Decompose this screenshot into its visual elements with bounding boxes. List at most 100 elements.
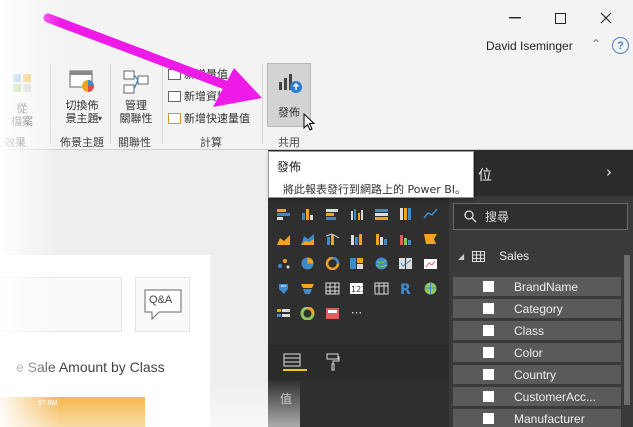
fields-tab[interactable]	[283, 353, 307, 371]
divider	[110, 64, 111, 144]
visualization-type-icon[interactable]	[322, 279, 342, 297]
visualization-type-icon[interactable]: 123	[347, 279, 367, 297]
new-column-label: 新增資料行	[184, 90, 239, 103]
visualization-type-icon[interactable]	[298, 254, 318, 272]
group-label-share: 共用	[278, 136, 300, 149]
field-checkbox[interactable]	[483, 413, 494, 424]
collapse-ribbon-icon[interactable]: ⌃	[591, 37, 601, 51]
field-item[interactable]: Class	[453, 321, 621, 340]
visualization-type-icon[interactable]	[396, 229, 416, 247]
field-checkbox[interactable]	[483, 303, 494, 314]
maximize-button[interactable]	[545, 6, 575, 30]
visualization-type-icon[interactable]	[420, 279, 440, 297]
table-icon	[472, 250, 486, 262]
visualization-type-icon[interactable]	[347, 204, 367, 222]
visualization-type-icon[interactable]	[273, 254, 293, 272]
new-measure-label: 新增量值	[184, 68, 228, 81]
minimize-button[interactable]	[500, 6, 530, 30]
file-icon	[13, 74, 31, 92]
visualization-type-icon[interactable]	[396, 254, 416, 272]
field-item[interactable]: BrandName	[453, 277, 621, 296]
field-item[interactable]: Manufacturer	[453, 409, 621, 427]
switch-theme-button[interactable]: 切換佈 景主題 ▾	[58, 68, 106, 125]
field-item[interactable]: Category	[453, 299, 621, 318]
from-file-label: 從 檔案	[11, 102, 33, 128]
new-quick-measure-button[interactable]: 新增快速量值	[168, 110, 250, 126]
visualization-type-icon[interactable]	[347, 229, 367, 247]
manage-relationships-button[interactable]: 管理 關聯性	[114, 68, 158, 125]
visualization-type-icon[interactable]	[371, 279, 391, 297]
field-name: Category	[514, 301, 563, 316]
user-name[interactable]: David Iseminger	[486, 39, 573, 53]
more-visuals-icon[interactable]: ···	[347, 304, 367, 322]
visualization-type-icon[interactable]	[322, 204, 342, 222]
visualization-type-icon[interactable]	[273, 279, 293, 297]
bar-data-label: $7.8M	[38, 400, 58, 407]
table-sales[interactable]: ◢ Sales	[458, 249, 529, 263]
field-name: Class	[514, 323, 545, 338]
field-name: BrandName	[514, 279, 579, 294]
theme-icon	[69, 70, 94, 92]
visualization-type-icon[interactable]	[371, 204, 391, 222]
visualization-type-icon[interactable]	[322, 254, 342, 272]
visualization-type-icon[interactable]	[420, 204, 440, 222]
manage-relationships-label: 管理 關聯性	[119, 99, 153, 125]
field-checkbox[interactable]	[483, 391, 494, 402]
format-tab[interactable]	[326, 353, 340, 374]
field-item[interactable]: Color	[453, 343, 621, 362]
help-icon[interactable]: ?	[612, 37, 629, 54]
field-checkbox[interactable]	[483, 325, 494, 336]
new-column-button[interactable]: 新增資料行	[168, 88, 239, 104]
visualization-type-icon[interactable]	[322, 229, 342, 247]
dropdown-caret-icon: ▾	[98, 114, 103, 123]
field-name: CustomerAcc...	[514, 389, 597, 404]
close-icon	[600, 12, 612, 24]
divider	[262, 64, 263, 144]
fields-header-title: 位	[478, 168, 492, 184]
values-label: 值	[280, 392, 293, 406]
group-label-relationships: 關聯性	[118, 136, 151, 149]
field-checkbox[interactable]	[483, 369, 494, 380]
publish-icon	[279, 74, 302, 93]
visualization-type-icon[interactable]	[298, 279, 318, 297]
relationships-icon	[123, 70, 149, 94]
from-file-button[interactable]: 從 檔案	[0, 70, 44, 128]
chart-bar[interactable]	[0, 397, 145, 427]
close-button[interactable]	[591, 6, 621, 30]
new-measure-button[interactable]: 新增量值	[168, 66, 228, 82]
search-placeholder: 搜尋	[485, 210, 510, 224]
card-visual[interactable]	[0, 277, 122, 332]
paint-roller-icon	[326, 353, 340, 371]
svg-text:123: 123	[351, 285, 364, 294]
table-name: Sales	[499, 249, 530, 263]
visualization-type-icon[interactable]	[273, 204, 293, 222]
visualization-type-icon[interactable]: R	[396, 279, 416, 297]
field-item[interactable]: CustomerAcc...	[453, 387, 621, 406]
fields-search-input[interactable]: 搜尋	[453, 203, 628, 230]
minimize-icon	[509, 17, 521, 19]
visualization-type-icon[interactable]	[347, 254, 367, 272]
new-quick-measure-label: 新增快速量值	[184, 112, 250, 125]
chevron-right-icon[interactable]: ›	[606, 163, 612, 181]
visualization-type-icon[interactable]	[322, 304, 342, 322]
field-item[interactable]: Country	[453, 365, 621, 384]
field-checkbox[interactable]	[483, 347, 494, 358]
visualization-type-icon[interactable]	[420, 254, 440, 272]
mouse-cursor-icon	[303, 113, 316, 131]
visualization-type-icon[interactable]	[420, 229, 440, 247]
visualization-type-icon[interactable]	[298, 304, 318, 322]
ribbon: 從 檔案 效果 切換佈 景主題 ▾ 佈景主題 管理 關聯性 關聯性 新增量值 新…	[0, 58, 633, 150]
visualization-type-icon[interactable]	[371, 254, 391, 272]
visualization-type-icon[interactable]	[396, 204, 416, 222]
visualization-type-icon[interactable]	[298, 204, 318, 222]
quick-measure-icon	[168, 112, 181, 124]
field-checkbox[interactable]	[483, 281, 494, 292]
qa-visual[interactable]: Q&A	[135, 277, 190, 332]
visualization-type-icon[interactable]	[371, 229, 391, 247]
visualization-type-icon[interactable]	[298, 229, 318, 247]
scrollbar[interactable]	[624, 255, 630, 405]
visualization-type-icon[interactable]	[273, 304, 293, 322]
visualization-type-icon[interactable]	[273, 229, 293, 247]
group-label-calculations: 計算	[200, 136, 222, 149]
report-canvas[interactable]: Q&A e Sale Amount by Class $7.8M	[0, 150, 268, 427]
